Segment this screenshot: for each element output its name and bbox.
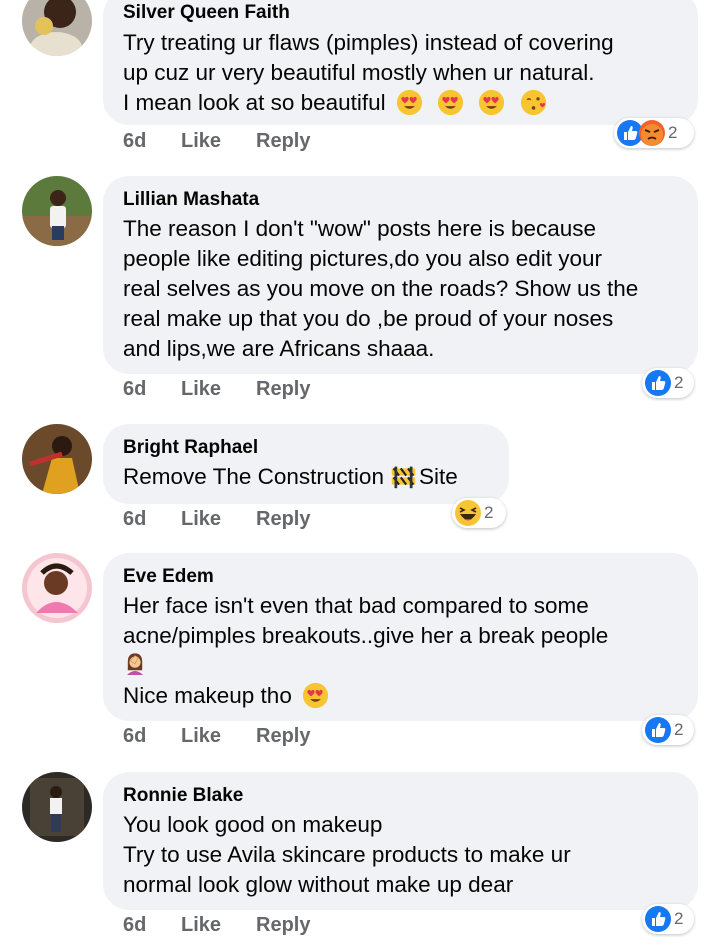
like-button[interactable]: Like [181,378,221,401]
comment-text: acne/pimples breakouts..give her a break… [123,623,609,648]
comment-text: I mean look at so beautiful [123,89,551,118]
comment-bubble: Ronnie Blake You look good on makeup Try… [103,772,698,910]
comment-text: You look good on makeup [123,812,383,837]
reply-button[interactable]: Reply [256,130,310,153]
comment-text: Try to use Avila skincare products to ma… [123,842,571,867]
comment-time[interactable]: 6d [123,378,146,401]
heart-eyes-emoji [479,89,505,115]
comment-text-segment: Remove The Construction [123,464,384,489]
comment-text: Nice makeup tho [123,682,333,711]
reaction-summary[interactable]: 2 [642,904,694,934]
angry-reaction-icon [639,120,665,146]
reaction-summary[interactable]: 2 [642,715,694,745]
like-button[interactable]: Like [181,914,221,937]
comment-time[interactable]: 6d [123,725,146,748]
comment-text-segment: I mean look at so beautiful [123,90,386,115]
reaction-summary[interactable]: 2 [452,498,506,528]
construction-emoji [391,466,416,488]
avatar[interactable] [22,0,92,56]
reply-button[interactable]: Reply [256,725,310,748]
comment-time[interactable]: 6d [123,914,146,937]
like-button[interactable]: Like [181,508,221,531]
heart-eyes-emoji [303,682,329,708]
reaction-count: 2 [674,720,684,739]
comment-text: Her face isn't even that bad compared to… [123,593,589,618]
comment-text: people like editing pictures,do you also… [123,246,603,271]
comment-text: and lips,we are Africans shaaa. [123,336,435,361]
comment-text: real make up that you do ,be proud of yo… [123,306,614,331]
comment-text: The reason I don't "wow" posts here is b… [123,216,597,241]
comment-text: Remove The Construction Site [123,464,458,492]
comment-text: real selves as you move on the roads? Sh… [123,276,639,301]
like-button[interactable]: Like [181,725,221,748]
reply-button[interactable]: Reply [256,914,310,937]
like-reaction-icon [645,906,671,932]
like-reaction-icon [645,370,671,396]
reaction-summary[interactable]: 2 [642,368,694,398]
comment-author[interactable]: Silver Queen Faith [123,2,290,24]
comment-text-segment: Site [418,464,458,489]
comment-bubble: Silver Queen Faith Try treating ur flaws… [103,0,698,125]
avatar[interactable] [22,176,92,246]
comment-author[interactable]: Lillian Mashata [123,189,259,211]
avatar[interactable] [22,424,92,494]
haha-reaction-icon [455,500,481,526]
comment-author[interactable]: Bright Raphael [123,437,258,459]
reaction-count: 2 [668,123,678,142]
comment-bubble: Lillian Mashata The reason I don't "wow"… [103,176,698,374]
heart-eyes-emoji [396,89,423,115]
reaction-count: 2 [484,503,494,522]
comment-author[interactable]: Eve Edem [123,566,214,588]
avatar[interactable] [22,772,92,842]
like-reaction-icon [645,717,671,743]
comment-text-segment: Nice makeup tho [123,683,292,708]
comment-text: Try treating ur flaws (pimples) instead … [123,30,614,55]
comment-text: up cuz ur very beautiful mostly when ur … [123,60,595,85]
kissing-heart-emoji [520,89,546,115]
comment-time[interactable]: 6d [123,130,146,153]
comment-time[interactable]: 6d [123,508,146,531]
comment-bubble: Bright Raphael Remove The Construction Si… [103,424,509,504]
facepalm-woman-emoji [127,653,143,676]
reaction-count: 2 [674,373,684,392]
reaction-count: 2 [674,909,684,928]
reply-button[interactable]: Reply [256,378,310,401]
reaction-summary[interactable]: 2 [614,118,694,148]
comment-bubble: Eve Edem Her face isn't even that bad co… [103,553,698,721]
avatar[interactable] [22,553,92,623]
comment-text [119,651,151,677]
comment-text: normal look glow without make up dear [123,872,514,897]
heart-eyes-emoji [438,89,464,115]
comment-author[interactable]: Ronnie Blake [123,785,243,807]
reply-button[interactable]: Reply [256,508,310,531]
like-button[interactable]: Like [181,130,221,153]
